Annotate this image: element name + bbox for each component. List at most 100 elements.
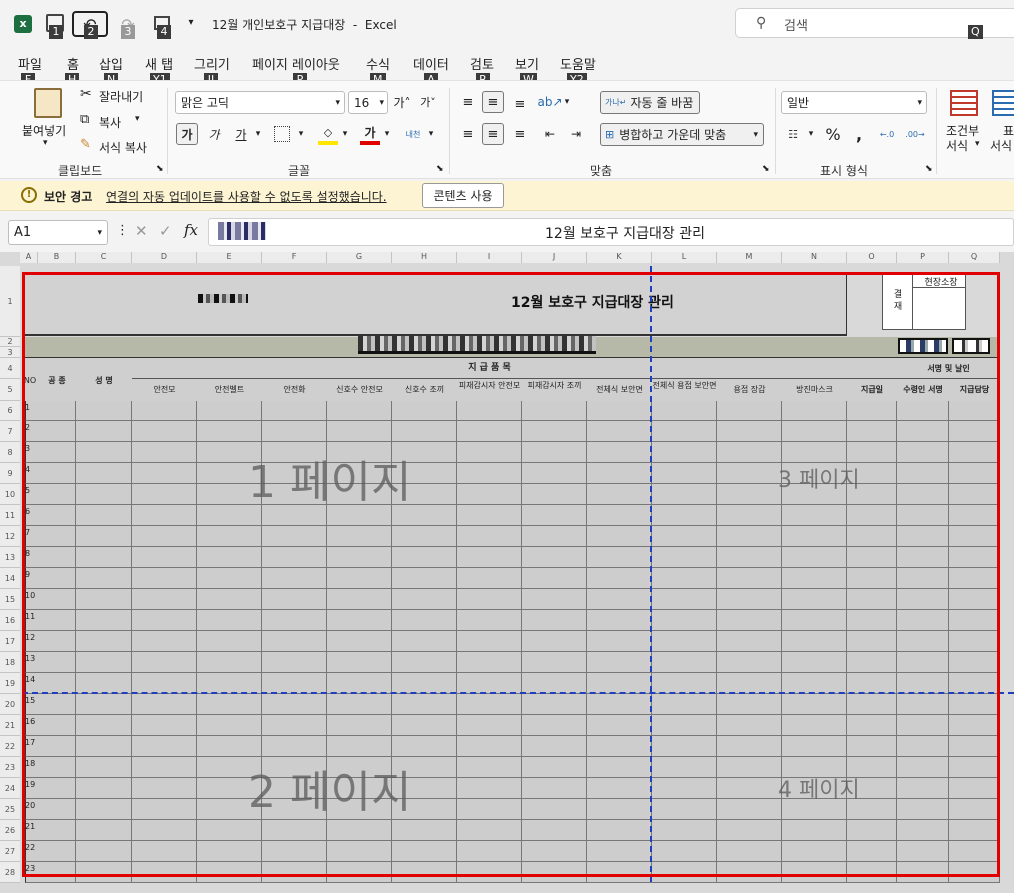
tab-data[interactable]: 데이터 xyxy=(413,54,449,73)
percent-icon[interactable]: % xyxy=(822,123,844,145)
row-header[interactable]: 13 xyxy=(0,547,20,568)
chevron-down-icon[interactable]: ▾ xyxy=(43,138,48,148)
cut-label[interactable]: 잘라내기 xyxy=(99,88,143,105)
borders-dropdown-icon[interactable]: ▾ xyxy=(296,123,306,145)
align-right-icon[interactable]: ≡ xyxy=(510,123,530,145)
column-header[interactable]: K xyxy=(587,252,652,263)
row-header[interactable]: 18 xyxy=(0,652,20,673)
decrease-font-icon[interactable]: 가˅ xyxy=(418,92,438,112)
comma-icon[interactable]: , xyxy=(848,123,870,145)
column-header[interactable]: N xyxy=(782,252,847,263)
tab-review[interactable]: 검토 xyxy=(470,54,494,73)
row-header[interactable]: 23 xyxy=(0,757,20,778)
paste-label[interactable]: 붙여넣기 xyxy=(22,122,66,139)
row-header[interactable]: 5 xyxy=(0,379,20,401)
number-format-dropdown[interactable]: 일반 ▾ xyxy=(781,91,927,114)
format-painter-icon[interactable]: ✎ xyxy=(80,137,91,152)
dialog-launcher-icon[interactable]: ⬊ xyxy=(925,164,933,174)
align-middle-icon[interactable]: ≡ xyxy=(482,91,504,113)
column-header[interactable]: Q xyxy=(949,252,1000,263)
row-header[interactable]: 4 xyxy=(0,358,20,379)
phonetic-dropdown-icon[interactable]: ▾ xyxy=(426,123,436,145)
column-header[interactable]: L xyxy=(652,252,717,263)
row-header[interactable]: 10 xyxy=(0,484,20,505)
orientation-dropdown-icon[interactable]: ▾ xyxy=(562,92,572,112)
decrease-decimal-icon[interactable]: .00→ xyxy=(904,123,926,145)
dialog-launcher-icon[interactable]: ⬊ xyxy=(436,164,444,174)
decrease-indent-icon[interactable]: ⇤ xyxy=(540,123,560,145)
column-header[interactable]: P xyxy=(897,252,949,263)
tab-help[interactable]: 도움말 xyxy=(560,54,596,73)
font-name-dropdown[interactable]: 맑은 고딕 ▾ xyxy=(175,91,345,114)
function-icon[interactable]: fx xyxy=(184,221,198,239)
column-header[interactable]: G xyxy=(327,252,392,263)
security-message[interactable]: 연결의 자동 업데이트를 사용할 수 없도록 설정했습니다. xyxy=(106,188,387,205)
row-header[interactable]: 27 xyxy=(0,841,20,862)
format-painter-label[interactable]: 서식 복사 xyxy=(99,139,147,156)
row-header[interactable]: 25 xyxy=(0,799,20,820)
row-header[interactable]: 28 xyxy=(0,862,20,883)
column-header[interactable]: A xyxy=(20,252,38,263)
tab-draw[interactable]: 그리기 xyxy=(194,54,230,73)
column-header[interactable]: B xyxy=(38,252,76,263)
tab-view[interactable]: 보기 xyxy=(515,54,539,73)
increase-indent-icon[interactable]: ⇥ xyxy=(566,123,586,145)
row-header[interactable]: 11 xyxy=(0,505,20,526)
row-header[interactable]: 15 xyxy=(0,589,20,610)
column-header[interactable]: M xyxy=(717,252,782,263)
row-header[interactable]: 26 xyxy=(0,820,20,841)
row-header[interactable]: 20 xyxy=(0,694,20,715)
row-header[interactable]: 16 xyxy=(0,610,20,631)
underline-dropdown-icon[interactable]: ▾ xyxy=(253,123,263,145)
column-header[interactable]: E xyxy=(197,252,262,263)
borders-icon[interactable] xyxy=(274,126,290,142)
row-header[interactable]: 2 xyxy=(0,337,20,347)
row-header[interactable]: 19 xyxy=(0,673,20,694)
format-table-label-2[interactable]: 서식 xyxy=(990,137,1012,154)
tab-insert[interactable]: 삽입 xyxy=(99,54,123,73)
column-header[interactable]: I xyxy=(457,252,522,263)
phonetic-icon[interactable]: 내천 xyxy=(402,123,424,145)
paste-icon[interactable] xyxy=(34,88,62,118)
tab-file[interactable]: 파일 xyxy=(18,54,42,73)
italic-button[interactable]: 가 xyxy=(203,123,225,145)
dialog-launcher-icon[interactable]: ⬊ xyxy=(762,164,770,174)
name-box[interactable]: A1 ▾ xyxy=(8,220,108,245)
tab-home[interactable]: 홈 xyxy=(67,54,79,73)
currency-icon[interactable]: ☷ xyxy=(782,123,804,145)
column-header[interactable]: O xyxy=(847,252,897,263)
more-icon[interactable]: ⋮ xyxy=(116,223,129,238)
column-header[interactable]: D xyxy=(132,252,197,263)
enter-icon[interactable]: ✓ xyxy=(159,222,172,240)
copy-dropdown-icon[interactable]: ▾ xyxy=(135,114,140,124)
row-header[interactable]: 24 xyxy=(0,778,20,799)
row-header[interactable]: 6 xyxy=(0,401,20,421)
row-header[interactable]: 8 xyxy=(0,442,20,463)
font-color-icon[interactable]: 가 xyxy=(360,123,380,145)
align-top-icon[interactable]: ≡ xyxy=(458,92,478,112)
align-bottom-icon[interactable]: ≡ xyxy=(510,94,530,114)
conditional-format-icon[interactable] xyxy=(950,90,978,116)
tab-formulas[interactable]: 수식 xyxy=(366,54,390,73)
align-left-icon[interactable]: ≡ xyxy=(458,123,478,145)
copy-label[interactable]: 복사 xyxy=(99,114,121,131)
fill-color-icon[interactable]: ◇ xyxy=(318,123,338,145)
cancel-icon[interactable]: ✕ xyxy=(135,222,148,240)
row-header[interactable]: 17 xyxy=(0,631,20,652)
fill-dropdown-icon[interactable]: ▾ xyxy=(340,123,350,145)
row-header[interactable]: 21 xyxy=(0,715,20,736)
row-header[interactable]: 9 xyxy=(0,463,20,484)
bold-button[interactable]: 가 xyxy=(176,123,198,145)
row-header[interactable]: 1 xyxy=(0,266,20,337)
row-header[interactable]: 14 xyxy=(0,568,20,589)
increase-decimal-icon[interactable]: ←.0 xyxy=(876,123,898,145)
tab-new[interactable]: 새 탭 xyxy=(145,54,173,73)
dialog-launcher-icon[interactable]: ⬊ xyxy=(156,164,164,174)
copy-icon[interactable]: ⧉ xyxy=(80,112,89,127)
format-table-icon[interactable] xyxy=(992,90,1014,116)
column-header[interactable]: C xyxy=(76,252,132,263)
merge-center-button[interactable]: ⊞ 병합하고 가운데 맞춤 ▾ xyxy=(600,123,764,146)
customize-qat-icon[interactable]: ▾ xyxy=(184,15,198,29)
column-header[interactable]: H xyxy=(392,252,457,263)
increase-font-icon[interactable]: 가˄ xyxy=(392,92,412,112)
